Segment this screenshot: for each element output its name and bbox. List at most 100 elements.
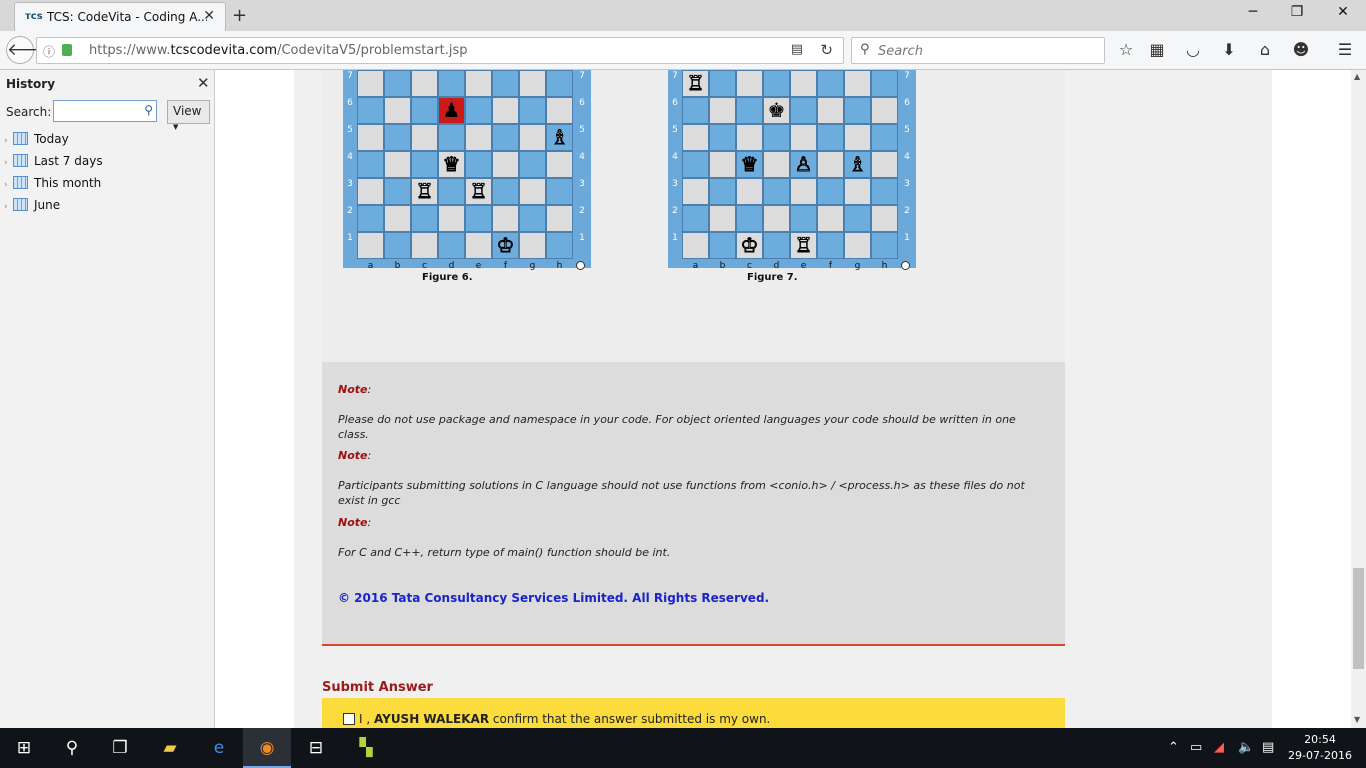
new-tab-button[interactable]: + (232, 5, 247, 26)
figures-area: 7 7 6 6 ♟ 5 5 ♗ 4 4 ♕ 3 3 ♖ ♖ 2 2 1 1 ♔ a b c d e f g h 7 7 ♖ 6 6 ♚ 5 5 4 4 ♕… (322, 70, 1065, 362)
system-clock[interactable]: 20:54 29-07-2016 (1284, 732, 1356, 764)
edge-icon[interactable]: e (195, 728, 243, 768)
rank-label: 4 (672, 152, 678, 162)
rank-label: 4 (347, 152, 353, 162)
board-square-g7 (519, 70, 546, 97)
history-item-today[interactable]: › Today (4, 132, 69, 146)
confirm-text: I , AYUSH WALEKAR confirm that the answe… (359, 712, 771, 726)
board-square-e4 (465, 151, 492, 178)
tray-chevron-icon[interactable]: ⌃ (1168, 740, 1179, 755)
board-square-e7 (790, 70, 817, 97)
view-label: View (173, 104, 202, 118)
rank-label: 5 (672, 125, 678, 135)
rank-label: 5 (579, 125, 585, 135)
note-heading: Note: (338, 516, 372, 529)
sidebar-close-icon[interactable]: ✕ (197, 74, 210, 92)
file-label: h (556, 261, 563, 271)
board-square-f5 (817, 124, 844, 151)
app-icon[interactable]: ▚ (342, 728, 390, 768)
clock-time: 20:54 (1304, 733, 1336, 746)
browser-tab[interactable]: ᴛcs TCS: CodeVita - Coding A... ✕ (14, 2, 226, 32)
confirm-box: I , AYUSH WALEKAR confirm that the answe… (322, 698, 1065, 728)
menu-icon[interactable]: ☰ (1334, 40, 1356, 59)
board-square-d5 (438, 124, 465, 151)
volume-icon[interactable]: 🔈 (1238, 740, 1254, 755)
store-icon[interactable]: ⊟ (292, 728, 340, 768)
file-explorer-icon[interactable]: ▰ (146, 728, 194, 768)
board-square-a5 (357, 124, 384, 151)
search-bar[interactable]: ⚲ Search (851, 37, 1105, 64)
battery-icon[interactable]: ▭ (1190, 740, 1202, 755)
board-square-a4 (682, 151, 709, 178)
board-square-d3 (438, 178, 465, 205)
board-square-g1 (844, 232, 871, 259)
back-button[interactable]: 🡐 (6, 36, 53, 64)
board-square-a7 (357, 70, 384, 97)
file-label: e (475, 261, 482, 271)
history-item-june[interactable]: › June (4, 198, 60, 212)
submit-answer-heading: Submit Answer (322, 680, 433, 695)
search-icon[interactable]: ⚲ (48, 728, 96, 768)
file-label: b (719, 261, 726, 271)
board-square-h5 (871, 124, 898, 151)
minimize-button[interactable]: ─ (1230, 4, 1276, 20)
bookmarks-list-icon[interactable]: ▦ (1146, 40, 1168, 59)
board-square-h1 (871, 232, 898, 259)
confirm-checkbox[interactable] (343, 713, 355, 725)
board-square-a3 (357, 178, 384, 205)
page-content: 7 7 6 6 ♟ 5 5 ♗ 4 4 ♕ 3 3 ♖ ♖ 2 2 1 1 ♔ a b c d e f g h 7 7 ♖ 6 6 ♚ 5 5 4 4 ♕… (215, 70, 1351, 728)
board-square-b3 (384, 178, 411, 205)
board-square-e6 (465, 97, 492, 124)
rank-label: 3 (672, 179, 678, 189)
twisty-icon: › (4, 180, 8, 190)
pocket-icon[interactable]: ◡ (1182, 40, 1204, 59)
board-square-b6 (709, 97, 736, 124)
board-square-d3 (763, 178, 790, 205)
rank-label: 2 (579, 206, 585, 216)
file-label: f (828, 261, 833, 271)
board-square-e5 (790, 124, 817, 151)
bookmark-star-icon[interactable]: ☆ (1115, 40, 1137, 59)
history-search-input[interactable]: ⚲ (53, 100, 157, 122)
scroll-down-icon[interactable]: ▼ (1354, 715, 1360, 724)
calendar-icon (13, 176, 28, 189)
network-icon[interactable]: ◢ (1214, 740, 1224, 755)
restore-button[interactable]: ❐ (1274, 4, 1320, 20)
file-label: a (367, 261, 374, 271)
windows-start-icon[interactable]: ⊞ (0, 728, 48, 768)
reader-view-icon[interactable]: ▤ (791, 42, 803, 57)
downloads-icon[interactable]: ⬇ (1218, 40, 1240, 59)
window-close-button[interactable]: ✕ (1320, 4, 1366, 20)
hello-icon[interactable]: ☻ (1290, 40, 1312, 59)
board-square-b5 (709, 124, 736, 151)
vertical-scrollbar[interactable]: ▲ ▼ (1351, 70, 1366, 728)
board-square-d5 (763, 124, 790, 151)
scroll-up-icon[interactable]: ▲ (1354, 72, 1360, 81)
board-square-a6 (682, 97, 709, 124)
notifications-icon[interactable]: ▤ (1262, 740, 1274, 755)
home-icon[interactable]: ⌂ (1254, 40, 1276, 59)
reload-icon[interactable]: ↻ (820, 41, 833, 59)
history-item-last-7-days[interactable]: › Last 7 days (4, 154, 103, 168)
board-square-f6 (817, 97, 844, 124)
board-square-b6 (384, 97, 411, 124)
board-square-e6 (790, 97, 817, 124)
twisty-icon: › (4, 158, 8, 168)
rank-label: 6 (347, 98, 353, 108)
board-square-h6 (546, 97, 573, 124)
board-square-b7 (384, 70, 411, 97)
tab-close-icon[interactable]: ✕ (203, 8, 215, 24)
firefox-icon[interactable]: ◉ (243, 728, 291, 768)
site-favicon-icon: ᴛcs (25, 11, 43, 22)
board-square-g3 (844, 178, 871, 205)
view-button[interactable]: View ▼ (167, 100, 210, 131)
scrollbar-thumb[interactable] (1353, 568, 1364, 669)
rank-label: 3 (347, 179, 353, 189)
calendar-icon (13, 132, 28, 145)
address-bar[interactable]: ⓘ https://www.tcscodevita.com/CodevitaV5… (36, 37, 844, 64)
info-icon[interactable]: ⓘ (43, 43, 55, 60)
task-view-icon[interactable]: ❐ (96, 728, 144, 768)
board-square-a3 (682, 178, 709, 205)
history-item-this-month[interactable]: › This month (4, 176, 101, 190)
board-turn-indicator (901, 261, 910, 270)
